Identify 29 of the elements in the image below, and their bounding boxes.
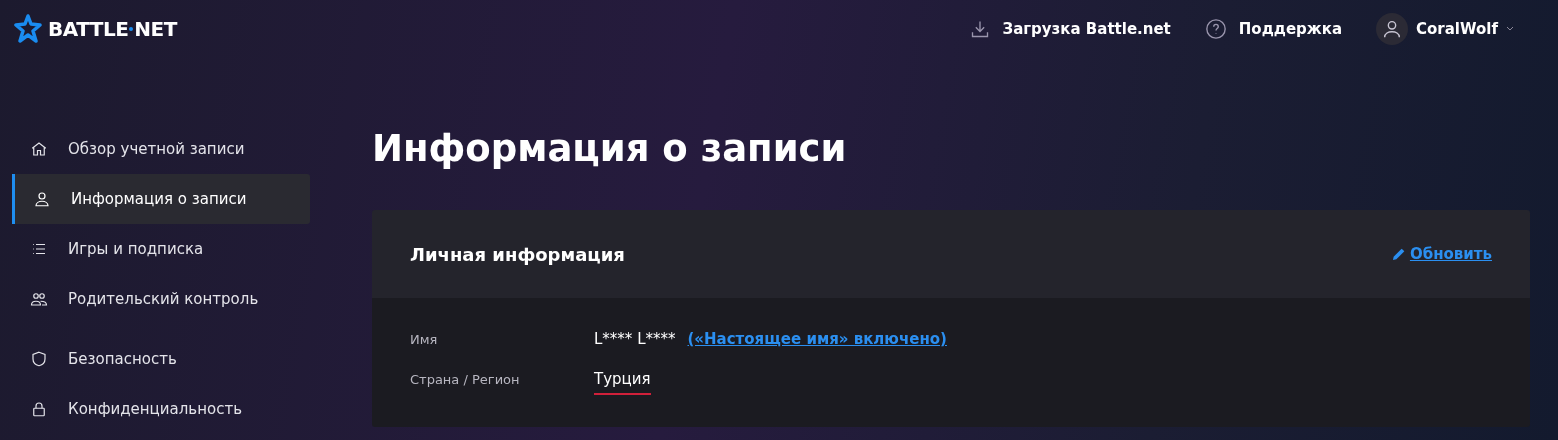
card-title: Личная информация [410,242,625,267]
sidebar-item[interactable]: Безопасность [12,334,310,384]
user-icon [33,190,51,208]
field-value: Турция [594,367,651,395]
shield-icon [30,350,48,368]
user-menu[interactable]: CoralWolf [1376,13,1514,45]
sidebar-item[interactable]: Конфиденциальность [12,384,310,434]
logo-text[interactable]: BATTLE NET [48,14,177,44]
sidebar-item[interactable]: Информация о записи [12,174,310,224]
logo-icon [14,14,42,44]
field-label: Страна / Регион [410,370,521,389]
field-label: Имя [410,331,439,349]
users-icon [30,290,48,308]
download-link[interactable]: Загрузка Battle.net [970,17,1171,41]
avatar-icon [1376,13,1409,45]
support-link[interactable]: Поддержка [1204,17,1343,41]
help-icon [1204,18,1227,40]
home-icon [30,140,48,158]
sidebar-item[interactable]: Обзор учетной записи [12,124,310,174]
update-link[interactable]: Обновить [1390,242,1492,266]
caret-icon [1506,26,1514,32]
sidebar-item[interactable]: Родительский контроль [12,274,310,324]
lock-icon [30,400,48,418]
real-name-link[interactable]: («Настоящее имя» включено) [687,328,947,351]
page-title: Информация о записи [372,126,848,172]
sidebar-item[interactable]: Игры и подписка [12,224,310,274]
download-icon [970,19,991,39]
pencil-icon [1390,246,1407,262]
field-value: L**** L**** [594,329,676,350]
